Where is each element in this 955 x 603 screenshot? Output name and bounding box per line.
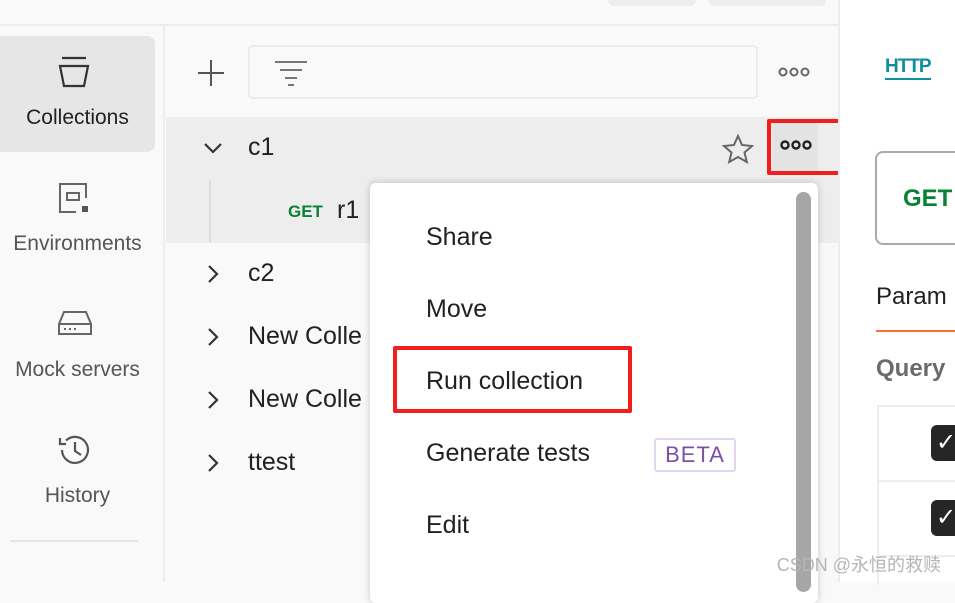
highlight-box (767, 119, 843, 175)
divider (10, 540, 138, 542)
row-divider (879, 480, 955, 482)
sidebar-item-environments[interactable]: Environments (0, 162, 155, 278)
collections-icon (58, 56, 90, 88)
top-button[interactable] (608, 0, 696, 6)
add-collection-icon[interactable] (196, 58, 226, 88)
request-panel: HTTP GET Param Query ✓ ✓ (838, 0, 955, 585)
chevron-down-icon[interactable] (202, 137, 224, 159)
chevron-right-icon[interactable] (202, 389, 224, 411)
method-label: GET (903, 185, 953, 212)
chevron-right-icon[interactable] (202, 263, 224, 285)
menu-item-edit[interactable]: Edit (426, 511, 469, 540)
tree-line (209, 180, 211, 242)
top-button[interactable] (708, 0, 826, 6)
sidebar-item-label: History (44, 484, 111, 507)
beta-badge: BETA (654, 438, 736, 472)
collection-name: New Colle (248, 322, 362, 350)
tab-underline (876, 330, 955, 332)
collection-name: New Colle (248, 385, 362, 413)
chevron-right-icon[interactable] (202, 326, 224, 348)
tab-params[interactable]: Param (876, 283, 947, 311)
method-select[interactable]: GET (875, 151, 955, 245)
menu-item-share[interactable]: Share (426, 223, 493, 252)
sidebar-item-history[interactable]: History (0, 414, 155, 530)
search-input[interactable] (248, 45, 758, 99)
http-icon: HTTP (885, 56, 932, 80)
collection-row-c1[interactable]: c1 (166, 117, 838, 180)
menu-item-move[interactable]: Move (426, 295, 487, 324)
environments-icon (59, 183, 88, 213)
scrollbar[interactable] (796, 192, 811, 592)
filter-icon (275, 61, 307, 86)
collection-name: c2 (248, 259, 275, 287)
chevron-right-icon[interactable] (202, 452, 224, 474)
menu-item-generate-tests[interactable]: Generate tests (426, 439, 590, 468)
collection-name: ttest (248, 448, 296, 476)
section-title: Query (876, 355, 946, 382)
checkbox[interactable]: ✓ (931, 425, 955, 461)
sidebar-item-label: Collections (26, 106, 129, 129)
sidebar-item-mock-servers[interactable]: Mock servers (0, 288, 155, 404)
highlight-box (393, 346, 632, 413)
sidebar-item-label: Environments (13, 232, 142, 255)
history-icon (58, 435, 90, 464)
method-badge: GET (288, 202, 323, 221)
star-icon[interactable] (722, 133, 754, 165)
mock-servers-icon (58, 311, 92, 335)
checkbox[interactable]: ✓ (931, 500, 955, 536)
sidebar-item-label: Mock servers (15, 358, 140, 381)
sidebar: Collections Environments Mock servers Hi… (0, 26, 165, 582)
watermark: CSDN @永恒的救赎 (776, 555, 941, 575)
sidebar-item-collections[interactable]: Collections (0, 36, 155, 152)
collection-name: c1 (248, 133, 275, 161)
request-name: r1 (337, 196, 360, 224)
more-options-icon[interactable] (778, 66, 810, 78)
